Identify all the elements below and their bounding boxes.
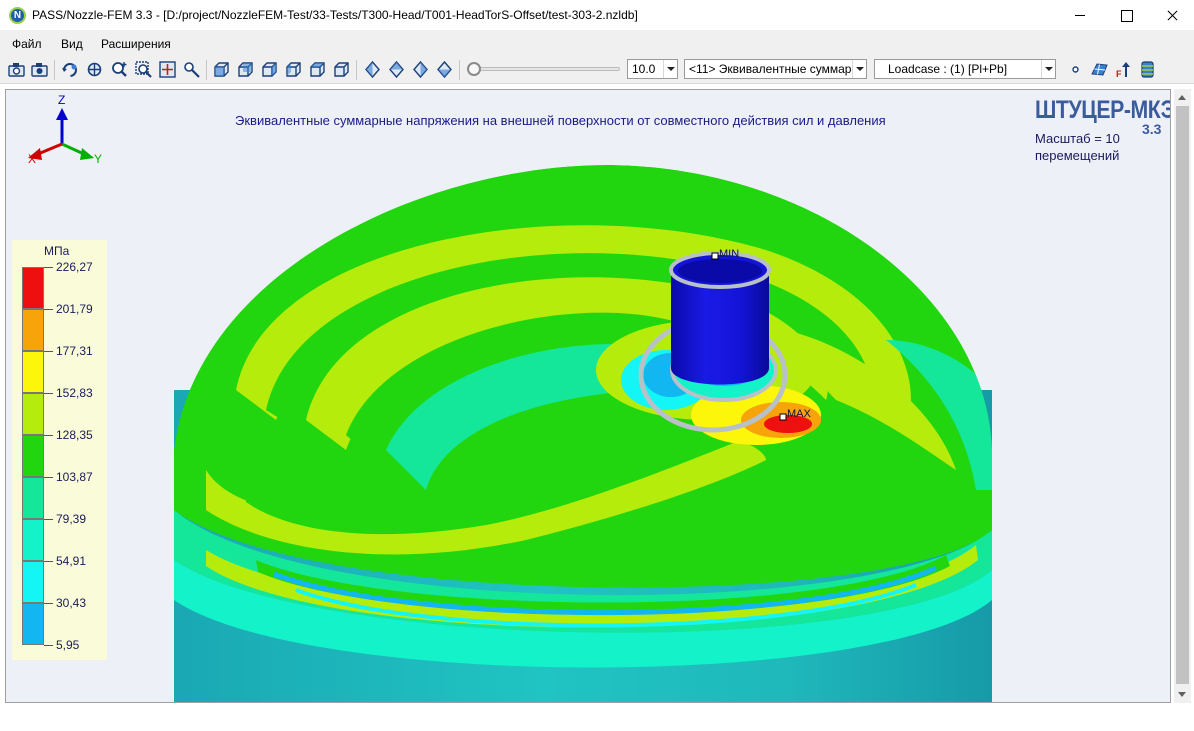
close-button[interactable] [1149,0,1194,31]
legend-level-9: 30,43 [56,596,87,610]
legend-swatch-8 [22,561,44,603]
legend-level-4: 152,83 [56,386,93,400]
toolbar-separator [356,60,357,80]
measure-icon[interactable] [182,60,201,79]
legend-tick [44,561,53,562]
fem-viewport[interactable]: Z X Y MIN MAX Эквивалентные суммарные на… [5,89,1171,703]
menu-file[interactable]: Файл [12,37,42,51]
legend-level-2: 201,79 [56,302,93,316]
zoom-in-icon[interactable] [110,60,129,79]
max-label: MAX [787,408,811,420]
legend-tick [44,351,53,352]
view-cube-front-icon[interactable] [212,60,231,79]
force-icon[interactable]: F [1114,60,1133,79]
maximize-button[interactable] [1103,0,1149,31]
menu-extensions[interactable]: Расширения [101,37,171,51]
diamond-view-1-icon[interactable] [363,60,382,79]
zoom-window-icon[interactable] [134,60,153,79]
legend-swatch-1 [22,267,44,309]
legend-swatch-4 [22,393,44,435]
database-icon[interactable] [1138,60,1157,79]
axis-y-label: Y [94,152,103,166]
diamond-view-3-icon[interactable] [411,60,430,79]
legend-unit: МПа [44,244,70,258]
loadcase-value: Loadcase : (1) [Pl+Pb] [888,62,1008,76]
scale-select-value: 10.0 [632,62,656,76]
pan-icon[interactable] [85,60,104,79]
result-type-select[interactable]: <11> Эквивалентные суммарные [684,59,867,79]
stress-legend: МПа 226,27 201,79 177,31 152,83 128,35 1… [12,240,107,660]
window-title: PASS/Nozzle-FEM 3.3 - [D:/project/Nozzle… [32,8,638,22]
menu-bar: Файл Вид Расширения [0,31,1194,56]
displacement-scale-unit: перемещений [1035,148,1120,163]
minimize-button[interactable] [1057,0,1103,31]
legend-tick [44,393,53,394]
diamond-view-2-icon[interactable] [387,60,406,79]
legend-tick [44,645,53,646]
legend-level-6: 103,87 [56,470,93,484]
loadcase-select[interactable]: Loadcase : (1) [Pl+Pb] [874,59,1056,79]
min-marker [711,252,719,260]
legend-level-10: 5,95 [56,638,80,652]
axis-z-label: Z [58,93,66,107]
fem-model[interactable] [6,90,1171,703]
scroll-up-icon[interactable] [1178,95,1186,100]
toolbar-separator [54,60,55,80]
brand-version: 3.3 [1142,121,1162,137]
result-type-value: <11> Эквивалентные суммарные [689,62,867,76]
axis-triad [28,108,94,160]
legend-level-7: 79,39 [56,512,87,526]
diamond-view-4-icon[interactable] [435,60,454,79]
legend-level-8: 54,91 [56,554,87,568]
svg-text:F: F [1116,69,1122,79]
legend-swatch-5 [22,435,44,477]
min-label: MIN [719,248,740,260]
view-cube-top-icon[interactable] [308,60,327,79]
legend-tick [44,603,53,604]
legend-tick [44,519,53,520]
camera-settings-icon[interactable] [30,60,49,79]
vertical-scrollbar[interactable] [1174,89,1191,703]
legend-tick [44,267,53,268]
scale-slider-thumb[interactable] [467,62,481,76]
scale-select[interactable]: 10.0 [627,59,678,79]
scroll-down-icon[interactable] [1178,692,1186,697]
plot-title: Эквивалентные суммарные напряжения на вн… [235,113,886,128]
title-bar: N PASS/Nozzle-FEM 3.3 - [D:/project/Nozz… [0,0,1194,31]
legend-swatch-6 [22,477,44,519]
chevron-down-icon[interactable] [1041,60,1055,78]
axis-x-label: X [28,152,37,166]
scrollbar-thumb[interactable] [1176,106,1189,684]
legend-swatch-2 [22,309,44,351]
legend-swatch-9 [22,603,44,645]
displacement-scale-label: Масштаб = 10 [1035,131,1120,146]
nozzle-bore [678,259,762,283]
camera-icon[interactable] [7,60,26,79]
legend-tick [44,435,53,436]
legend-level-5: 128,35 [56,428,93,442]
scale-slider-track[interactable] [470,67,620,71]
legend-tick [44,477,53,478]
legend-swatch-3 [22,351,44,393]
point-icon[interactable] [1066,60,1085,79]
view-cube-right-icon[interactable] [284,60,303,79]
toolbar-separator [206,60,207,80]
legend-level-1: 226,27 [56,260,93,274]
legend-level-3: 177,31 [56,344,93,358]
chevron-down-icon[interactable] [852,60,866,78]
legend-tick [44,309,53,310]
chevron-down-icon[interactable] [663,60,677,78]
legend-swatch-7 [22,519,44,561]
rotate-icon[interactable] [61,60,80,79]
toolbar-separator [459,60,460,80]
max-marker [779,413,787,421]
menu-view[interactable]: Вид [61,37,83,51]
app-icon: N [9,7,26,24]
view-cube-left-icon[interactable] [260,60,279,79]
view-cube-back-icon[interactable] [236,60,255,79]
fit-all-icon[interactable] [158,60,177,79]
view-cube-iso-icon[interactable] [332,60,351,79]
mesh-icon[interactable] [1090,60,1109,79]
toolbar: 10.0 <11> Эквивалентные суммарные Loadca… [0,56,1194,84]
